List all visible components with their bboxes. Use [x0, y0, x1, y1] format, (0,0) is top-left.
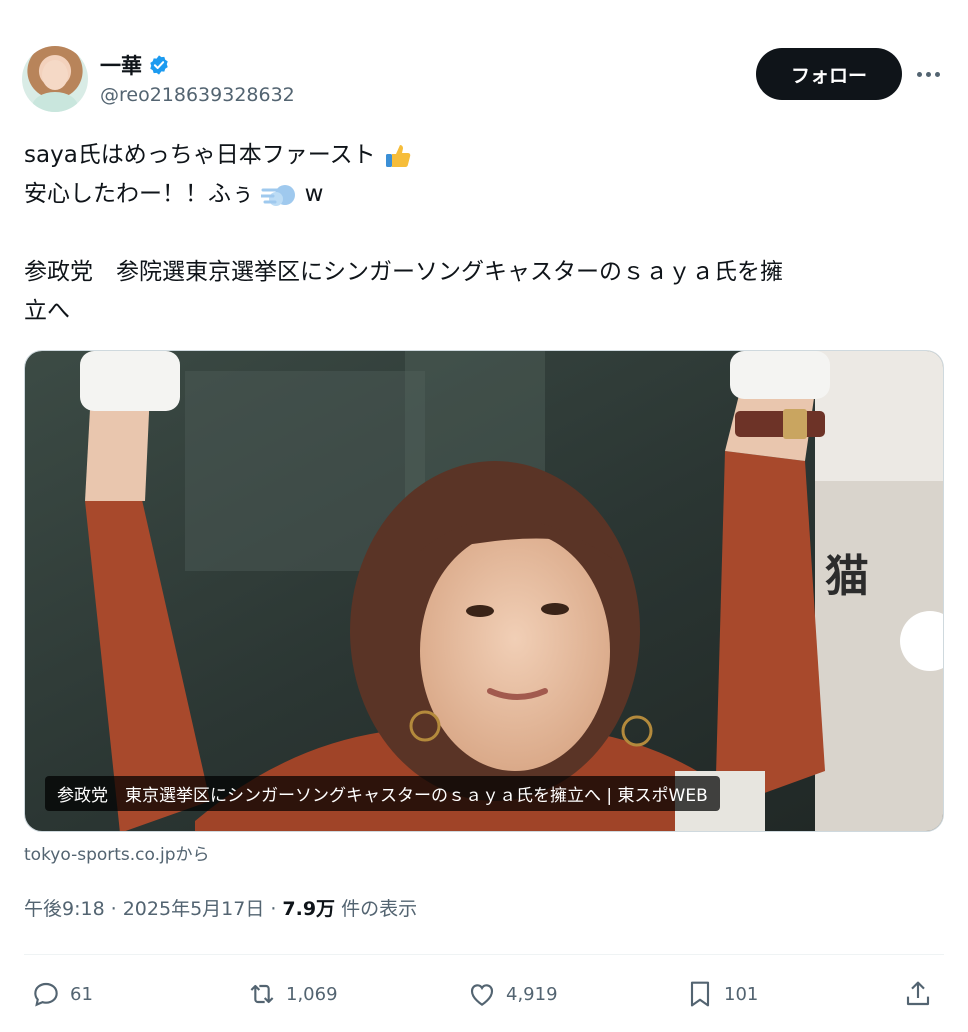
reply-icon: [34, 982, 58, 1007]
bookmark-icon: [690, 981, 710, 1007]
like-count: 4,919: [506, 983, 558, 1005]
follow-button[interactable]: フォロー: [756, 48, 902, 100]
bookmark-count: 101: [724, 983, 759, 1005]
like-button[interactable]: 4,919: [466, 972, 558, 1016]
tweet-date[interactable]: 2025年5月17日: [123, 894, 265, 921]
view-count-label: 件の表示: [341, 898, 418, 920]
more-options-icon[interactable]: [914, 60, 942, 88]
divider: [24, 954, 944, 955]
tweet-line-3: 参政党 参院選東京選挙区にシンガーソングキャスターのｓａｙａ氏を擁: [24, 259, 783, 285]
verified-badge-icon: [150, 55, 168, 75]
thumbs-up-icon: [385, 144, 411, 167]
meta-separator: ·: [110, 898, 117, 920]
svg-text:猫: 猫: [825, 551, 869, 602]
repost-count: 1,069: [286, 983, 338, 1005]
repost-icon: [250, 984, 274, 1004]
view-count: 7.9万: [282, 898, 336, 920]
tweet-line-4: 立へ: [24, 298, 70, 324]
action-bar: 61 1,069 4,919 101: [24, 972, 944, 1016]
dash-icon: [261, 184, 296, 206]
share-icon: [906, 981, 930, 1006]
tweet-time[interactable]: 午後9:18: [24, 894, 105, 921]
link-card-image[interactable]: 猫 参政党 東京選挙区にシンガーソングキャスターのｓａｙａ氏を擁立へ | 東スポ…: [24, 350, 944, 832]
link-card-caption: 参政党 東京選挙区にシンガーソングキャスターのｓａｙａ氏を擁立へ | 東スポWE…: [45, 776, 720, 811]
meta-separator: ·: [270, 898, 277, 920]
woman-raising-arms-photo: 猫: [25, 351, 943, 831]
avatar[interactable]: [22, 46, 88, 112]
reply-count: 61: [70, 983, 93, 1005]
repost-button[interactable]: 1,069: [246, 972, 338, 1016]
tweet-meta: 午後9:18 · 2025年5月17日 · 7.9万 件の表示: [24, 894, 417, 921]
name-row: 一華: [100, 50, 170, 80]
tweet-line-2: 安心したわー！！ふぅ w: [24, 175, 944, 214]
user-handle[interactable]: @reo218639328632: [100, 84, 295, 106]
tweet-line-2-suffix: w: [304, 181, 324, 207]
share-button[interactable]: [902, 972, 934, 1016]
heart-icon: [470, 984, 494, 1006]
bookmark-button[interactable]: 101: [684, 972, 758, 1016]
display-name[interactable]: 一華: [100, 50, 142, 80]
reply-button[interactable]: 61: [30, 972, 93, 1016]
tweet-line-1-text: saya氏はめっちゃ日本ファースト: [24, 142, 376, 168]
tweet-header: 一華 @reo218639328632 フォロー: [22, 46, 946, 116]
tweet-line-2-text: 安心したわー！！ふぅ: [24, 181, 254, 207]
tweet-text: saya氏はめっちゃ日本ファースト 安心したわー！！ふぅ w 参政党 参院選東京…: [24, 136, 944, 331]
link-source[interactable]: tokyo-sports.co.jpから: [24, 840, 210, 865]
tweet-line-1: saya氏はめっちゃ日本ファースト: [24, 136, 944, 175]
